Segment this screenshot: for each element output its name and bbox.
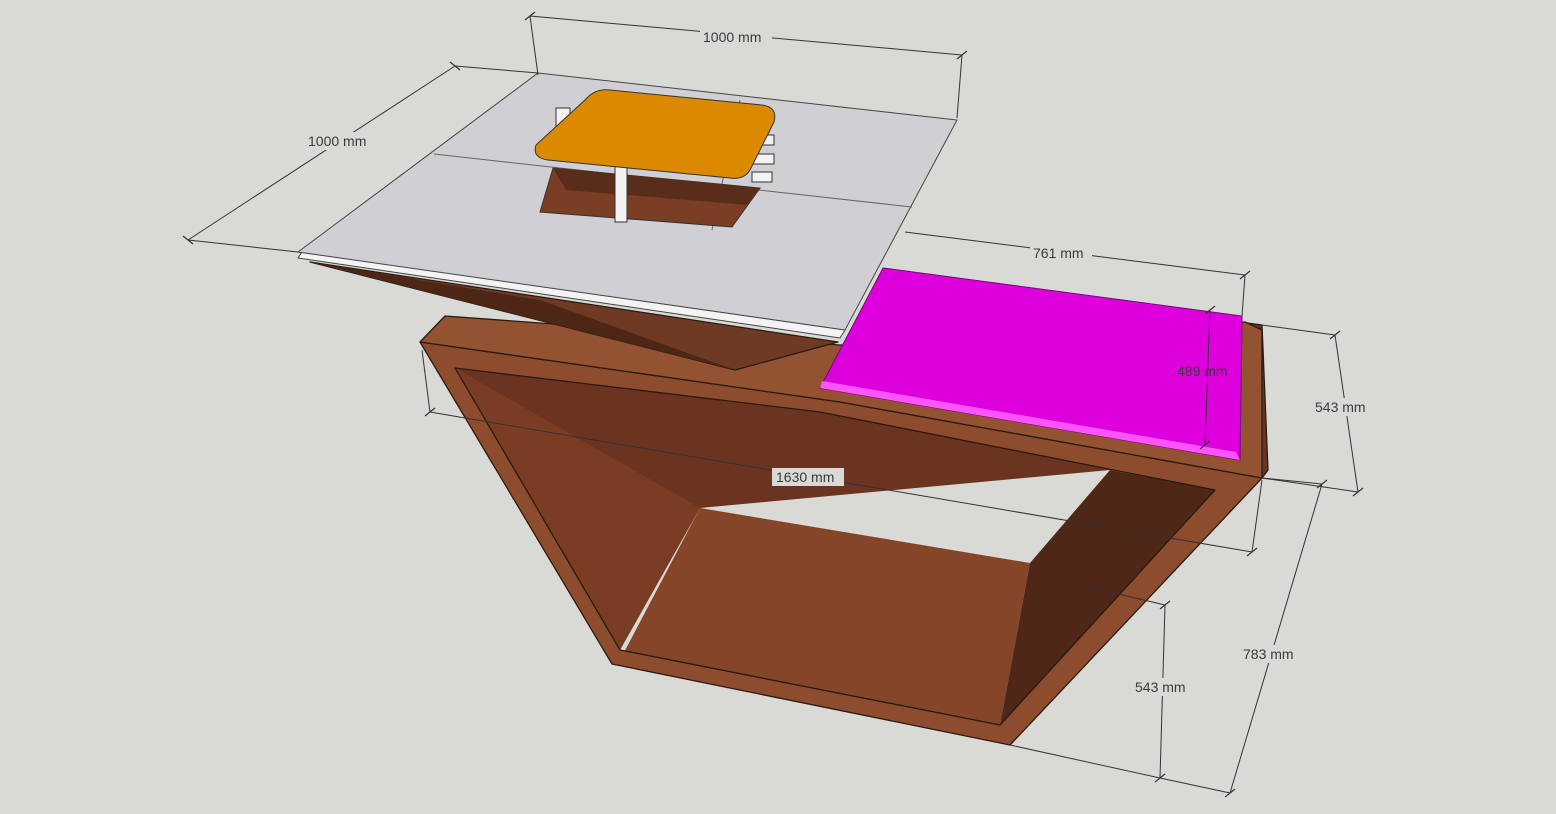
label-top-depth: 1000 mm bbox=[308, 133, 366, 149]
label-depth-lower: 543 mm bbox=[1135, 679, 1186, 695]
label-depth-upper: 543 mm bbox=[1315, 399, 1366, 415]
bracket-front bbox=[614, 165, 628, 223]
label-overall-height: 783 mm bbox=[1243, 646, 1294, 662]
label-shelf-width: 489 mm bbox=[1177, 363, 1228, 379]
dimension-depth-upper: 543 mm bbox=[1261, 324, 1374, 497]
tabletop[interactable] bbox=[296, 72, 958, 339]
label-shelf-length: 761 mm bbox=[1033, 245, 1084, 261]
bracket-right-low bbox=[751, 171, 773, 183]
label-top-width: 1000 mm bbox=[703, 29, 761, 45]
label-overall-length: 1630 mm bbox=[776, 469, 834, 485]
sketchup-3d-viewport[interactable]: 1000 mm 1000 mm 761 mm 489 mm 543 mm 163… bbox=[0, 0, 1556, 814]
